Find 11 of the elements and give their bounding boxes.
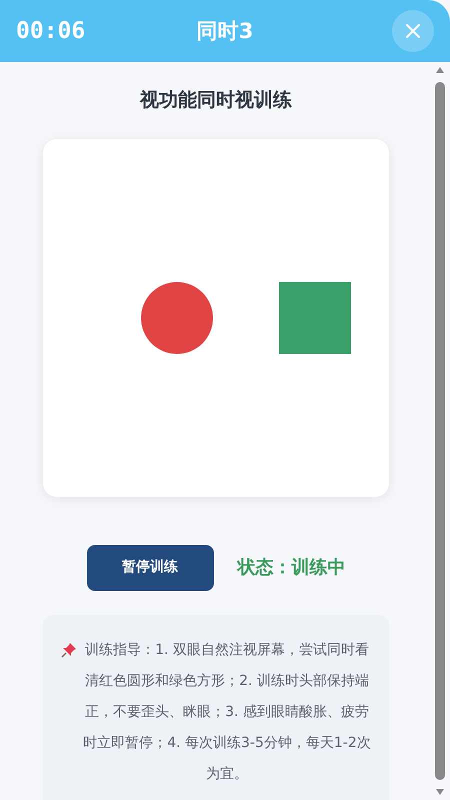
pushpin-icon xyxy=(61,642,77,658)
status-text: 状态：训练中 xyxy=(238,556,346,580)
screen-title: 同时3 xyxy=(196,19,254,43)
close-button[interactable] xyxy=(392,10,434,52)
guide-text: 训练指导：1. 双眼自然注视屏幕，尝试同时看清红色圆形和绿色方形；2. 训练时头部保持端正，不要歪头、眯眼；3. 感到眼睛酸胀、疲劳时立即暂停；4. 每次训练3-5分钟，每天1-2次为宜。 xyxy=(83,640,371,784)
scroll-down-icon[interactable] xyxy=(435,788,445,796)
close-icon xyxy=(405,23,421,39)
timer: 00:06 xyxy=(16,16,86,46)
scroll-up-icon[interactable] xyxy=(435,66,445,74)
pause-button[interactable]: 暂停训练 xyxy=(86,544,214,590)
page-title: 视功能同时视训练 xyxy=(140,88,292,113)
